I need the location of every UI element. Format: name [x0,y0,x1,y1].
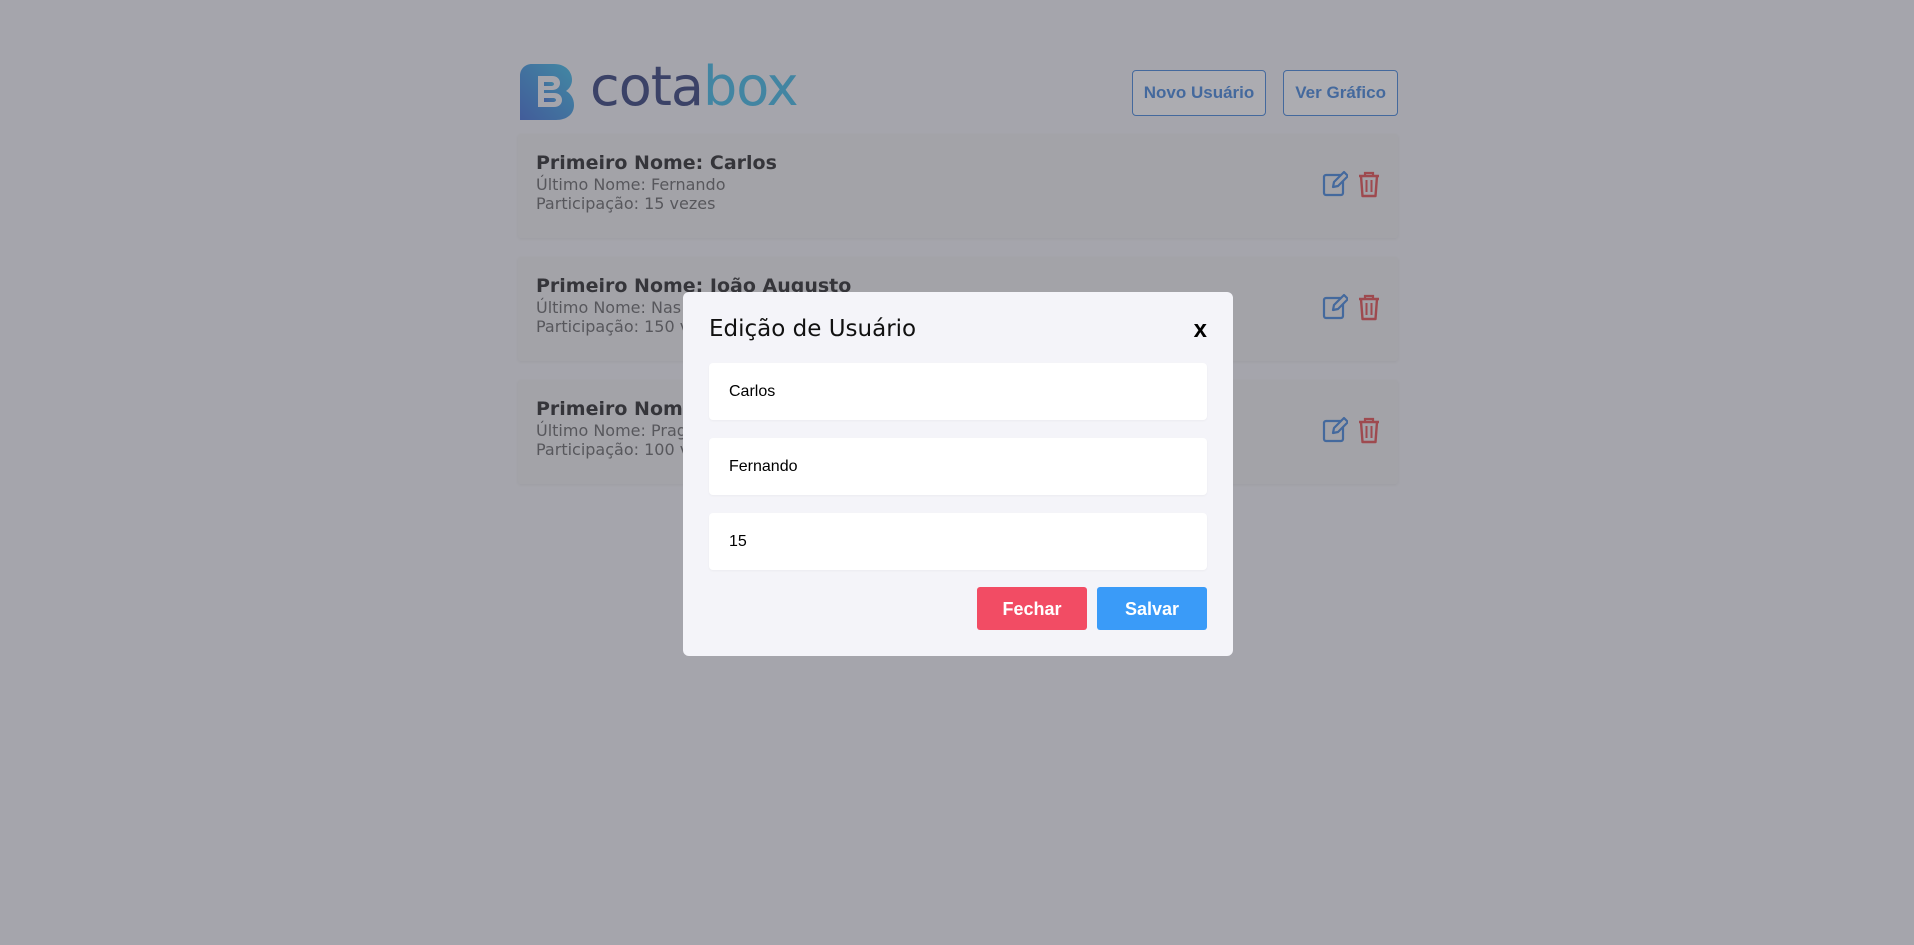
close-button[interactable]: Fechar [977,587,1087,630]
modal-actions: Fechar Salvar [977,587,1207,630]
save-button[interactable]: Salvar [1097,587,1207,630]
last-name-input[interactable] [709,438,1207,495]
modal-title: Edição de Usuário [709,316,917,342]
participation-input[interactable] [709,513,1207,570]
modal-close-button[interactable]: x [1194,316,1207,344]
first-name-input[interactable] [709,363,1207,420]
edit-user-modal: Edição de Usuário x Fechar Salvar [683,292,1233,656]
page: cotabox Novo Usuário Ver Gráfico Primeir… [0,0,1914,945]
